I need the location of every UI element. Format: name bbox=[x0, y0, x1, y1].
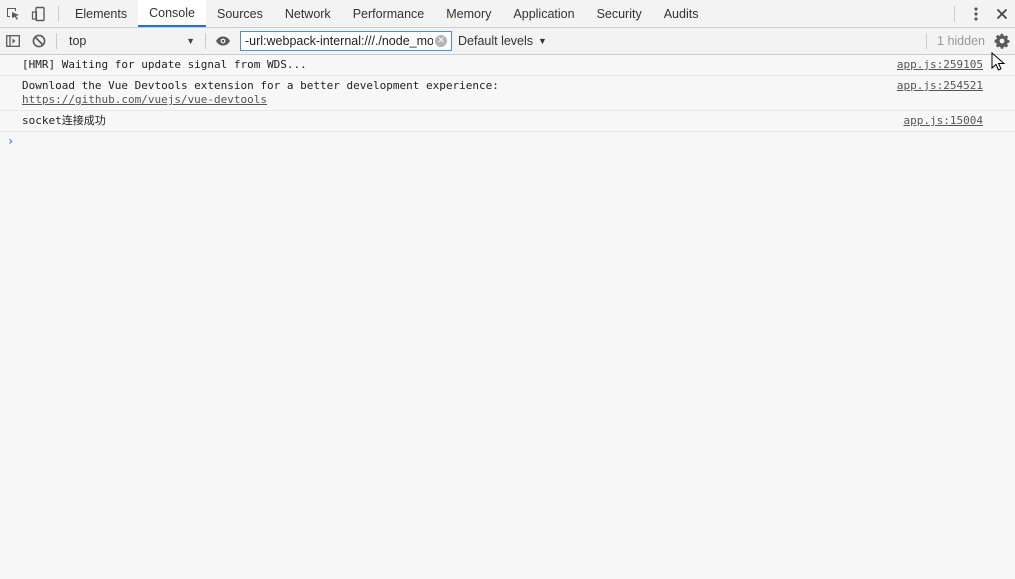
context-select-value: top bbox=[69, 34, 87, 48]
tab-elements[interactable]: Elements bbox=[64, 0, 138, 27]
console-toolbar: top ▼ -url:webpack-internal:///./node_mo… bbox=[0, 28, 1015, 55]
gear-icon[interactable] bbox=[989, 28, 1015, 54]
source-link[interactable]: app.js:15004 bbox=[904, 114, 983, 128]
mouse-cursor-icon bbox=[991, 52, 1005, 71]
filter-input-value: -url:webpack-internal:///./node_modules bbox=[245, 34, 433, 48]
close-icon[interactable] bbox=[989, 0, 1015, 27]
more-options-icon[interactable] bbox=[963, 0, 989, 27]
source-link[interactable]: app.js:254521 bbox=[897, 79, 983, 93]
tab-application[interactable]: Application bbox=[502, 0, 585, 27]
tab-sources[interactable]: Sources bbox=[206, 0, 274, 27]
show-sidebar-icon[interactable] bbox=[0, 28, 26, 54]
tab-performance[interactable]: Performance bbox=[342, 0, 436, 27]
console-message: socket连接成功 app.js:15004 bbox=[0, 111, 1015, 132]
context-select[interactable]: top ▼ bbox=[61, 30, 201, 52]
console-message-text: [HMR] Waiting for update signal from WDS… bbox=[22, 58, 307, 71]
tab-audits[interactable]: Audits bbox=[653, 0, 710, 27]
console-message: [HMR] Waiting for update signal from WDS… bbox=[0, 55, 1015, 76]
log-levels-label: Default levels bbox=[458, 34, 534, 48]
hidden-count: 1 hidden bbox=[926, 33, 985, 49]
message-url-link[interactable]: https://github.com/vuejs/vue-devtools bbox=[22, 93, 267, 106]
inspect-element-icon[interactable] bbox=[0, 0, 26, 27]
divider bbox=[205, 33, 206, 49]
console-message-text: socket连接成功 bbox=[22, 114, 106, 127]
devtools-tabbar: Elements Console Sources Network Perform… bbox=[0, 0, 1015, 28]
tab-network[interactable]: Network bbox=[274, 0, 342, 27]
source-link[interactable]: app.js:259105 bbox=[897, 58, 983, 72]
clear-console-icon[interactable] bbox=[26, 28, 52, 54]
device-toolbar-icon[interactable] bbox=[26, 0, 52, 27]
tab-memory[interactable]: Memory bbox=[435, 0, 502, 27]
divider bbox=[58, 6, 59, 21]
clear-filter-icon[interactable]: ✕ bbox=[435, 35, 447, 47]
divider bbox=[954, 5, 955, 22]
tab-security[interactable]: Security bbox=[586, 0, 653, 27]
console-output[interactable]: [HMR] Waiting for update signal from WDS… bbox=[0, 55, 1015, 579]
tab-console[interactable]: Console bbox=[138, 0, 206, 27]
filter-input[interactable]: -url:webpack-internal:///./node_modules … bbox=[240, 31, 452, 51]
chevron-down-icon: ▼ bbox=[538, 36, 547, 46]
dropdown-arrow-icon: ▼ bbox=[186, 36, 195, 46]
prompt-chevron-icon: › bbox=[7, 134, 15, 148]
console-message-text: Download the Vue Devtools extension for … bbox=[22, 79, 499, 92]
console-prompt[interactable]: › bbox=[0, 132, 1015, 148]
log-levels-dropdown[interactable]: Default levels ▼ bbox=[458, 34, 547, 48]
console-message: Download the Vue Devtools extension for … bbox=[0, 76, 1015, 111]
divider bbox=[56, 33, 57, 49]
live-expression-icon[interactable] bbox=[210, 28, 236, 54]
